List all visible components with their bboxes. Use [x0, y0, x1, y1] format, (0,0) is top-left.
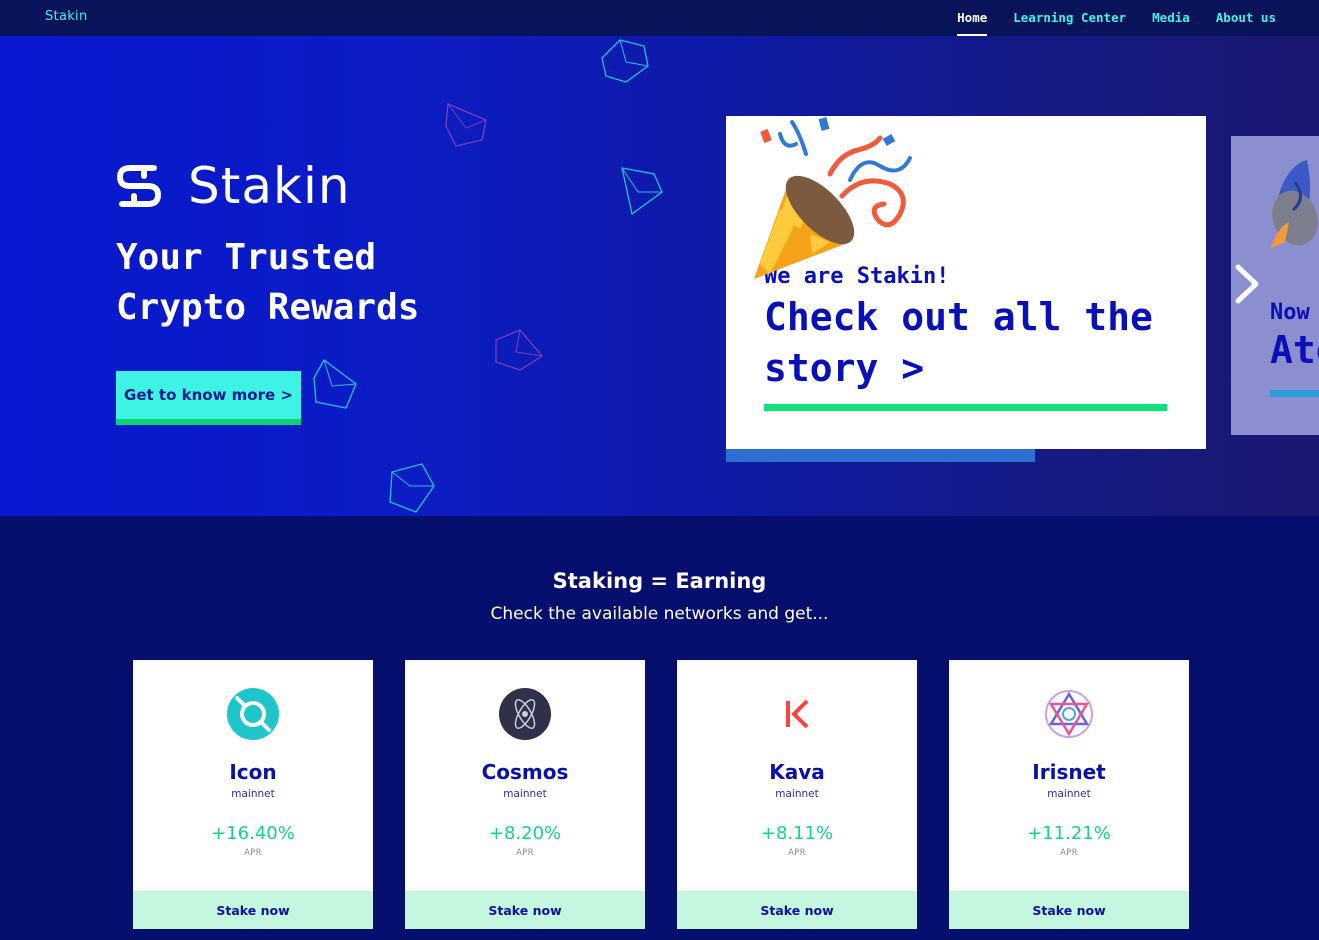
nav-link-home[interactable]: Home [957, 0, 988, 36]
next-slide-underline [1270, 390, 1319, 397]
network-name: Cosmos [481, 760, 569, 784]
network-apr: +11.21% [1027, 823, 1111, 844]
stakin-logo-icon [117, 165, 161, 207]
kava-network-logo [786, 699, 809, 729]
network-card-irisnet: Irisnet mainnet +11.21% APR Stake now [949, 660, 1189, 929]
network-type: mainnet [503, 788, 547, 800]
next-slide-kicker: Now [1270, 300, 1310, 325]
networks-subtitle: Check the available networks and get... [490, 604, 829, 624]
network-apr: +16.40% [211, 823, 295, 844]
nav-links: Home Learning Center Media About us [957, 0, 1276, 36]
rocket-icon [1271, 160, 1318, 248]
network-card-icon: Icon mainnet +16.40% APR Stake now [133, 660, 373, 929]
stake-now-button[interactable]: Stake now [405, 891, 645, 929]
gem-decoration-icon [313, 359, 357, 409]
top-nav: Stakin Home Learning Center Media About … [0, 0, 1319, 36]
get-to-know-more-button[interactable]: Get to know more > [116, 371, 301, 425]
apr-label: APR [788, 848, 806, 858]
hero-tagline: Your Trusted Crypto Rewards [116, 237, 420, 328]
network-name: Icon [229, 760, 277, 784]
next-slide-title: Ato [1270, 328, 1319, 372]
apr-label: APR [1060, 848, 1078, 858]
gem-decoration-icon [445, 103, 487, 147]
gem-decoration-icon [495, 329, 543, 371]
hero-section: Stakin Your Trusted Crypto Rewards Get t… [0, 36, 1319, 516]
nav-logo[interactable]: Stakin [45, 9, 88, 24]
network-apr: +8.11% [760, 823, 834, 844]
gem-decoration-icon [389, 463, 435, 513]
nav-link-media[interactable]: Media [1152, 0, 1190, 36]
carousel-progress-bar [726, 449, 1035, 462]
slide-title-link[interactable]: Check out all the story > [764, 292, 1184, 394]
nav-link-about-us[interactable]: About us [1216, 0, 1276, 36]
stake-now-button[interactable]: Stake now [677, 891, 917, 929]
party-popper-icon [754, 117, 912, 279]
network-name: Irisnet [1032, 760, 1106, 784]
network-card-cosmos: Cosmos mainnet +8.20% APR Stake now [405, 660, 645, 929]
icon-network-logo [227, 688, 279, 740]
networks-title: Staking = Earning [552, 569, 767, 593]
network-type: mainnet [231, 788, 275, 800]
stake-now-button[interactable]: Stake now [949, 891, 1189, 929]
network-card-kava: Kava mainnet +8.11% APR Stake now [677, 660, 917, 929]
gem-decoration-icon [601, 39, 649, 83]
slide-underline [764, 404, 1167, 411]
network-name: Kava [769, 760, 825, 784]
cosmos-network-logo [499, 688, 551, 740]
apr-label: APR [516, 848, 534, 858]
network-type: mainnet [775, 788, 819, 800]
nav-link-learning-center[interactable]: Learning Center [1013, 0, 1126, 36]
hero-brand-name: Stakin [188, 157, 351, 215]
irisnet-network-logo [1045, 690, 1093, 738]
gem-decoration-icon [621, 167, 663, 216]
hero-brand: Stakin [116, 158, 351, 214]
chevron-right-icon[interactable] [1232, 261, 1262, 307]
network-apr: +8.20% [488, 823, 562, 844]
network-type: mainnet [1047, 788, 1091, 800]
stake-now-button[interactable]: Stake now [133, 891, 373, 929]
apr-label: APR [244, 848, 262, 858]
